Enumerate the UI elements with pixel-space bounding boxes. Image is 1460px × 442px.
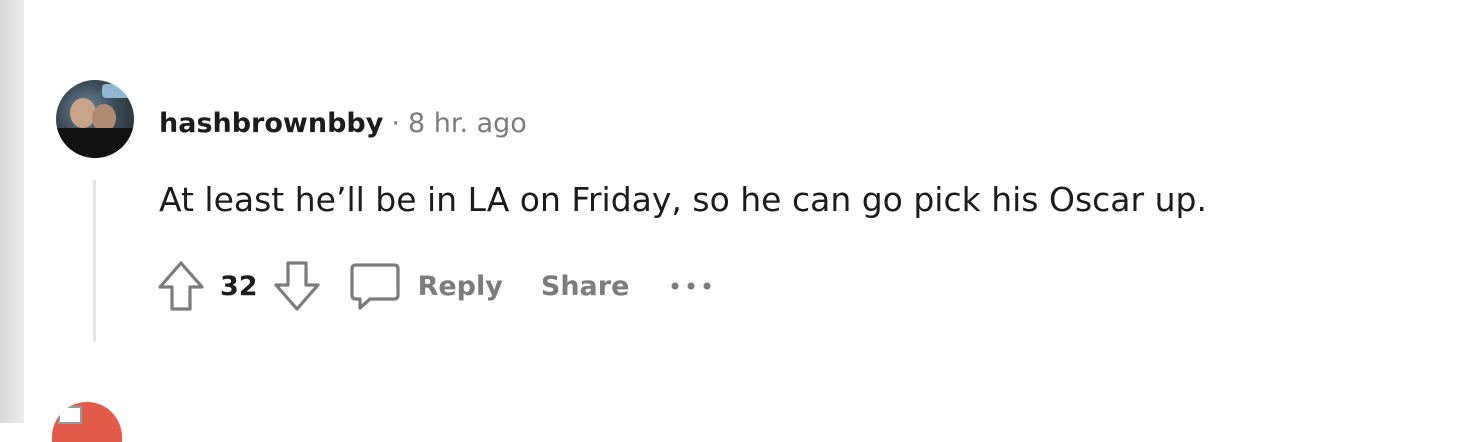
downvote-arrow-icon[interactable] — [272, 259, 322, 313]
vote-count: 32 — [220, 270, 258, 302]
username-link[interactable]: hashbrownbby — [159, 108, 383, 139]
comment-actions: 32 Reply Share — [156, 258, 715, 314]
thread-line[interactable] — [93, 180, 96, 342]
meta-separator: · — [391, 108, 400, 139]
speech-bubble-icon — [348, 259, 402, 313]
comment-meta: hashbrownbby · 8 hr. ago — [159, 104, 527, 144]
upvote-arrow-icon[interactable] — [156, 259, 206, 313]
ellipsis-icon[interactable] — [667, 276, 715, 296]
page-left-edge — [0, 0, 24, 423]
timestamp[interactable]: 8 hr. ago — [408, 108, 527, 139]
next-comment-avatar[interactable] — [52, 402, 122, 442]
user-avatar[interactable] — [56, 80, 134, 158]
reply-label: Reply — [417, 270, 503, 302]
reply-button[interactable]: Reply — [348, 259, 503, 313]
comment-body: At least he’ll be in LA on Friday, so he… — [159, 180, 1207, 219]
share-button[interactable]: Share — [541, 271, 630, 302]
